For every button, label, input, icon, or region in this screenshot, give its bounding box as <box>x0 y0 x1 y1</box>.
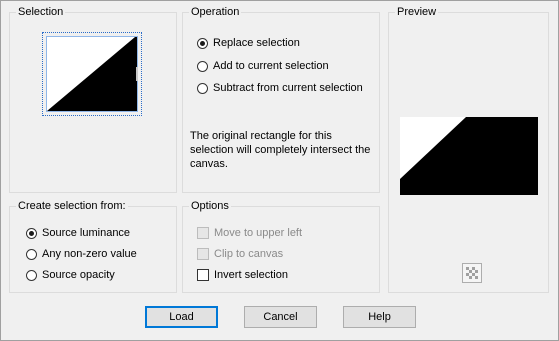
radio-label-source-luminance: Source luminance <box>42 227 131 239</box>
checkerboard-glyph <box>466 267 478 279</box>
radio-label-any-non-zero: Any non-zero value <box>42 248 137 260</box>
preview-shape-graphic <box>400 117 538 195</box>
checkbox-invert-selection[interactable]: Invert selection <box>197 267 288 283</box>
checkbox-label-move-upper-left: Move to upper left <box>214 227 303 239</box>
radio-indicator[interactable] <box>197 82 208 94</box>
selection-group-title: Selection <box>16 6 66 19</box>
preview-group-title: Preview <box>395 6 439 19</box>
radio-label-add: Add to current selection <box>213 60 329 72</box>
radio-any-non-zero[interactable]: Any non-zero value <box>26 246 137 262</box>
checkbox-label-clip-canvas: Clip to canvas <box>214 248 284 260</box>
selection-thumbnail-image <box>46 36 138 112</box>
radio-indicator[interactable] <box>26 269 37 281</box>
radio-indicator[interactable] <box>26 248 37 260</box>
cancel-button[interactable]: Cancel <box>244 306 317 328</box>
checkerboard-icon[interactable] <box>462 263 482 283</box>
checkbox-box[interactable] <box>197 269 209 281</box>
thumbnail-scroll-marker <box>136 67 138 81</box>
operation-description: The original rectangle for this selectio… <box>190 130 371 170</box>
radio-label-source-opacity: Source opacity <box>42 269 115 281</box>
radio-label-subtract: Subtract from current selection <box>213 82 363 94</box>
checkbox-label-invert: Invert selection <box>214 269 288 281</box>
create-from-group-title: Create selection from: <box>16 200 128 213</box>
radio-indicator-checked[interactable] <box>197 37 208 49</box>
radio-subtract-selection[interactable]: Subtract from current selection <box>197 80 363 96</box>
load-button[interactable]: Load <box>145 306 218 328</box>
selection-thumbnail[interactable] <box>42 32 142 116</box>
checkbox-clip-to-canvas[interactable]: Clip to canvas <box>197 246 283 262</box>
radio-source-luminance[interactable]: Source luminance <box>26 225 130 241</box>
checkbox-move-to-upper-left[interactable]: Move to upper left <box>197 225 302 241</box>
operation-group-title: Operation <box>189 6 242 19</box>
help-button[interactable]: Help <box>343 306 416 328</box>
options-group-title: Options <box>189 200 231 213</box>
radio-label-replace: Replace selection <box>213 37 300 49</box>
radio-source-opacity[interactable]: Source opacity <box>26 267 115 283</box>
radio-indicator[interactable] <box>197 60 208 72</box>
radio-add-selection[interactable]: Add to current selection <box>197 58 329 74</box>
checkbox-box[interactable] <box>197 248 209 260</box>
radio-indicator-checked[interactable] <box>26 227 37 239</box>
preview-image <box>400 117 538 195</box>
radio-replace-selection[interactable]: Replace selection <box>197 35 300 51</box>
checkbox-box[interactable] <box>197 227 209 239</box>
selection-shape-graphic <box>47 37 137 111</box>
